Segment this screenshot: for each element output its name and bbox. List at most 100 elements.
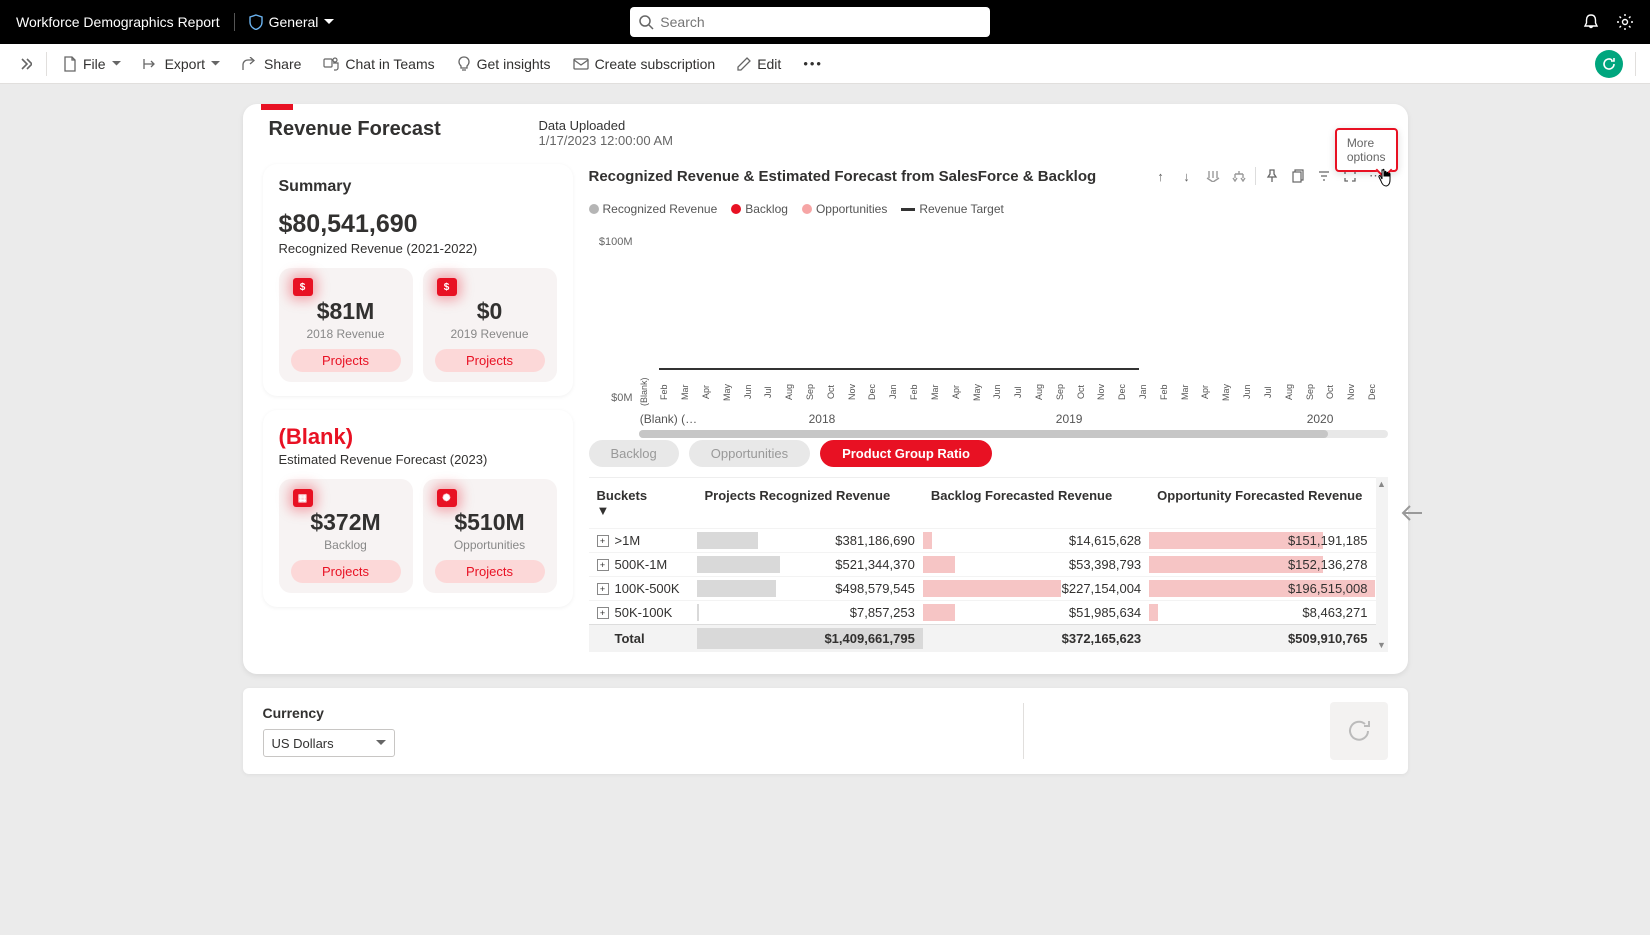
- table-scrollbar[interactable]: ▲▼: [1376, 477, 1388, 652]
- y-label-top: $100M: [589, 236, 633, 248]
- subscribe-button[interactable]: Create subscription: [565, 52, 724, 76]
- mail-icon: [573, 57, 589, 71]
- x-label: Apr: [701, 374, 722, 410]
- x-label: Jun: [1242, 374, 1263, 410]
- export-menu[interactable]: Export: [135, 52, 228, 76]
- legend-marker: [901, 208, 915, 211]
- chart-scrollbar[interactable]: [639, 430, 1388, 438]
- projects-button[interactable]: Projects: [435, 560, 545, 583]
- card-value: $372M: [283, 509, 409, 536]
- chat-teams-button[interactable]: Chat in Teams: [315, 52, 442, 76]
- opportunity-cell: $151,191,185: [1288, 533, 1368, 548]
- projects-button[interactable]: Projects: [435, 349, 545, 372]
- th-buckets[interactable]: Buckets: [597, 488, 648, 503]
- chevron-down-icon: [324, 19, 334, 25]
- blank-heading: (Blank): [279, 424, 557, 450]
- filter-icon[interactable]: [1312, 164, 1336, 188]
- chevron-down-icon: [211, 61, 220, 66]
- recognized-revenue-label: Recognized Revenue (2021-2022): [279, 241, 557, 256]
- legend-label: Opportunities: [816, 202, 887, 216]
- bucket-label: 50K-100K: [615, 605, 673, 620]
- th-recognized[interactable]: Projects Recognized Revenue: [697, 484, 923, 522]
- pill-opportunities[interactable]: Opportunities: [689, 440, 810, 467]
- drill-down-icon[interactable]: ↓: [1175, 164, 1199, 188]
- x-label: Aug: [784, 374, 805, 410]
- pill-product-group-ratio[interactable]: Product Group Ratio: [820, 440, 992, 467]
- app-title: Workforce Demographics Report: [16, 14, 220, 30]
- more-options-button[interactable]: ⋯ More options: [1364, 164, 1388, 188]
- expand-row-icon[interactable]: +: [597, 583, 609, 595]
- sensitivity-dropdown[interactable]: General: [249, 14, 335, 30]
- copy-icon[interactable]: [1286, 164, 1310, 188]
- file-label: File: [83, 56, 106, 72]
- x-label: May: [722, 374, 743, 410]
- currency-select[interactable]: US Dollars: [263, 729, 395, 757]
- expand-row-icon[interactable]: +: [597, 559, 609, 571]
- total-recognized: $1,409,661,795: [824, 631, 914, 646]
- pill-backlog[interactable]: Backlog: [589, 440, 679, 467]
- x-label: Mar: [930, 374, 951, 410]
- expand-row-icon[interactable]: +: [597, 607, 609, 619]
- recognized-revenue-value: $80,541,690: [279, 210, 557, 239]
- legend-marker: [589, 204, 599, 214]
- legend-item[interactable]: Opportunities: [802, 202, 887, 216]
- insights-button[interactable]: Get insights: [449, 52, 559, 76]
- pin-icon[interactable]: [1260, 164, 1284, 188]
- legend-item[interactable]: Backlog: [731, 202, 788, 216]
- drill-up-icon[interactable]: ↑: [1149, 164, 1173, 188]
- card-icon: $: [437, 278, 457, 296]
- divider: [234, 13, 235, 31]
- share-button[interactable]: Share: [234, 52, 309, 76]
- card-value: $510M: [427, 509, 553, 536]
- bucket-label: >1M: [615, 533, 641, 548]
- x-label: Jul: [1013, 374, 1034, 410]
- x-label: Nov: [847, 374, 868, 410]
- expand-row-icon[interactable]: +: [597, 535, 609, 547]
- legend-marker: [731, 204, 741, 214]
- th-backlog[interactable]: Backlog Forecasted Revenue: [923, 484, 1149, 522]
- x-label: Sep: [805, 374, 826, 410]
- file-icon: [63, 56, 77, 72]
- x-label: Mar: [1180, 374, 1201, 410]
- x-label: Aug: [1284, 374, 1305, 410]
- recognized-cell: $521,344,370: [835, 557, 915, 572]
- projects-button[interactable]: Projects: [291, 349, 401, 372]
- divider: [1255, 167, 1256, 185]
- x-label: Jul: [1263, 374, 1284, 410]
- legend-item[interactable]: Recognized Revenue: [589, 202, 718, 216]
- search-input[interactable]: [630, 7, 990, 37]
- legend-item[interactable]: Revenue Target: [901, 202, 1004, 216]
- x-label: Dec: [1367, 374, 1388, 410]
- chart-title: Recognized Revenue & Estimated Forecast …: [589, 168, 1149, 185]
- backlog-cell: $14,615,628: [1069, 533, 1141, 548]
- insights-label: Get insights: [477, 56, 551, 72]
- file-menu[interactable]: File: [55, 52, 129, 76]
- th-opportunity[interactable]: Opportunity Forecasted Revenue: [1149, 484, 1375, 522]
- more-actions-icon[interactable]: •••: [795, 52, 831, 75]
- expand-down-icon[interactable]: [1201, 164, 1225, 188]
- reset-filters-button[interactable]: [1330, 702, 1388, 760]
- expand-hierarchy-icon[interactable]: [1227, 164, 1251, 188]
- legend-label: Recognized Revenue: [603, 202, 718, 216]
- settings-icon[interactable]: [1616, 13, 1634, 31]
- refresh-button[interactable]: [1595, 50, 1623, 78]
- forecast-label: Estimated Revenue Forecast (2023): [279, 452, 557, 467]
- search-icon: [638, 14, 654, 30]
- sort-desc-icon[interactable]: ▼: [597, 503, 610, 518]
- projects-button[interactable]: Projects: [291, 560, 401, 583]
- revenue-chart[interactable]: $100M $0M (Blank)FebMarAprMayJunJulAugSe…: [589, 230, 1388, 430]
- edit-button[interactable]: Edit: [729, 52, 789, 76]
- card-sub: Backlog: [283, 538, 409, 552]
- back-arrow-icon[interactable]: [1400, 504, 1424, 522]
- opportunity-cell: $8,463,271: [1302, 605, 1367, 620]
- summary-mini-card: $ $0 2019 Revenue Projects: [423, 268, 557, 382]
- x-label: Dec: [1117, 374, 1138, 410]
- card-sub: Opportunities: [427, 538, 553, 552]
- export-icon: [143, 57, 159, 71]
- summary-heading: Summary: [279, 178, 557, 196]
- divider: [1023, 703, 1024, 759]
- expand-nav-icon[interactable]: [12, 54, 38, 74]
- pencil-icon: [737, 57, 751, 71]
- notifications-icon[interactable]: [1582, 13, 1600, 31]
- year-label: (Blank) (…: [639, 412, 699, 426]
